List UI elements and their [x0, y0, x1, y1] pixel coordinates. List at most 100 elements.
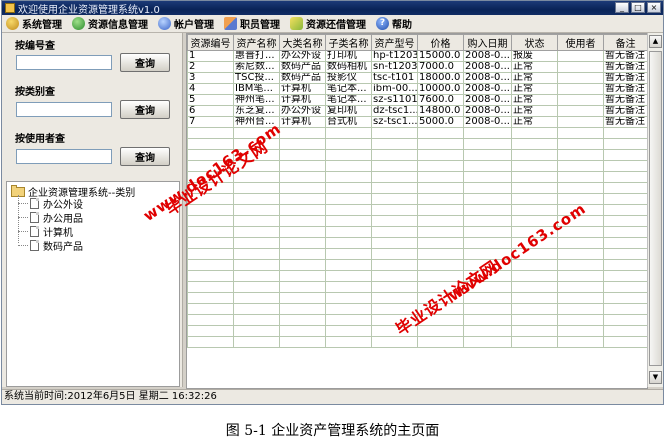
table-row[interactable]	[187, 248, 647, 260]
table-cell: 暂无备注	[603, 94, 647, 106]
column-header[interactable]: 资产名称	[233, 34, 280, 51]
table-cell: 报废	[511, 50, 558, 62]
table-cell	[557, 138, 604, 150]
table-cell: 正常	[511, 83, 558, 95]
tree-connector	[18, 217, 28, 218]
table-cell	[557, 281, 604, 293]
column-header[interactable]: 资产型号	[371, 34, 418, 51]
maximize-button[interactable]: □	[631, 2, 645, 13]
table-cell	[511, 160, 558, 172]
table-row[interactable]: 5 神州笔... 计算机 笔记本... sz-s1101 7600.0 2008-0... 正…	[187, 94, 647, 106]
table-cell	[187, 204, 234, 216]
table-cell: 暂无备注	[603, 72, 647, 84]
column-header[interactable]: 大类名称	[279, 34, 326, 51]
table-cell	[371, 138, 418, 150]
menu-employee[interactable]: 职员管理	[224, 16, 280, 31]
column-header[interactable]: 使用者	[557, 34, 604, 51]
app-window: 欢迎使用企业资源管理系统v1.0 _ □ × 系统管理 资源信息管理 帐户管理 …	[1, 0, 664, 405]
table-cell: 东芝复...	[233, 105, 280, 117]
column-header[interactable]: 备注	[603, 34, 647, 51]
table-cell: 2	[187, 61, 234, 73]
table-cell	[187, 281, 234, 293]
table-cell: tsc-t101	[371, 72, 418, 84]
table-row[interactable]: 6 东芝复... 办公外设 复印机 dz-tsc1... 14800.0 2008-0...…	[187, 105, 647, 117]
column-header[interactable]: 子类名称	[325, 34, 372, 51]
vertical-scrollbar[interactable]: ▲ ▼	[647, 33, 663, 387]
search-by-user-button[interactable]: 查询	[120, 147, 170, 166]
menu-system[interactable]: 系统管理	[6, 16, 62, 31]
search-by-type-button[interactable]: 查询	[120, 100, 170, 119]
table-cell: 办公外设	[279, 50, 326, 62]
table-cell	[557, 83, 604, 95]
table-cell	[511, 270, 558, 282]
scrollbar-thumb[interactable]	[649, 51, 662, 366]
table-cell	[279, 336, 326, 348]
tree-item-office-supplies[interactable]: 办公用品	[18, 210, 83, 225]
search-by-id-input[interactable]	[16, 55, 112, 70]
table-cell	[233, 336, 280, 348]
menu-resource-info[interactable]: 资源信息管理	[72, 16, 148, 31]
column-header[interactable]: 状态	[511, 34, 558, 51]
scroll-up-arrow-icon[interactable]: ▲	[649, 35, 662, 48]
column-header[interactable]: 资源编号	[187, 34, 234, 51]
table-cell	[325, 171, 372, 183]
table-cell	[463, 325, 512, 337]
column-header[interactable]: 购入日期	[463, 34, 512, 51]
table-row[interactable]	[187, 182, 647, 194]
table-cell	[187, 259, 234, 271]
menu-help[interactable]: ? 帮助	[376, 16, 412, 31]
table-cell: sn-t1203	[371, 61, 418, 73]
table-cell	[557, 94, 604, 106]
search-by-id-button[interactable]: 查询	[120, 53, 170, 72]
menu-bar: 系统管理 资源信息管理 帐户管理 职员管理 资源还借管理 ? 帮助	[2, 15, 663, 33]
title-bar[interactable]: 欢迎使用企业资源管理系统v1.0 _ □ ×	[2, 1, 663, 16]
table-row[interactable]	[187, 259, 647, 271]
resource-icon	[72, 17, 85, 30]
table-cell	[279, 149, 326, 161]
search-by-type-input[interactable]	[16, 102, 112, 117]
status-bar: 系统当前时间:2012年6月5日 星期二 16:32:26	[2, 389, 663, 404]
table-cell: 暂无备注	[603, 61, 647, 73]
column-header[interactable]: 价格	[417, 34, 464, 51]
system-icon	[6, 17, 19, 30]
table-row[interactable]: 3 TSC投... 数码产品 投影仪 tsc-t101 18000.0 2008-0... 正…	[187, 72, 647, 84]
menu-return-borrow[interactable]: 资源还借管理	[290, 16, 366, 31]
menu-label: 资源还借管理	[306, 20, 366, 31]
table-row[interactable]	[187, 270, 647, 282]
table-cell: 2008-0...	[463, 72, 512, 84]
table-row[interactable]	[187, 171, 647, 183]
table-cell	[187, 127, 234, 139]
table-cell	[463, 160, 512, 172]
tree-item-computers[interactable]: 计算机	[18, 224, 73, 239]
table-cell	[603, 171, 647, 183]
table-cell	[187, 215, 234, 227]
table-row[interactable]: 1 惠普打... 办公外设 打印机 hp-t1203 15000.0 2008-0... 报废…	[187, 50, 647, 62]
table-cell	[463, 237, 512, 249]
table-cell	[233, 325, 280, 337]
table-cell	[511, 127, 558, 139]
table-cell	[325, 215, 372, 227]
table-row[interactable]	[187, 237, 647, 249]
table-cell	[603, 325, 647, 337]
table-cell	[603, 204, 647, 216]
employee-icon	[224, 17, 237, 30]
table-cell	[279, 270, 326, 282]
tree-item-office-peripherals[interactable]: 办公外设	[18, 196, 83, 211]
menu-account[interactable]: 帐户管理	[158, 16, 214, 31]
table-cell	[417, 171, 464, 183]
table-row[interactable]: 7 神州台... 计算机 台式机 sz-tsc1... 5000.0 2008-0... 正常…	[187, 116, 647, 128]
close-button[interactable]: ×	[647, 2, 661, 13]
scroll-down-arrow-icon[interactable]: ▼	[649, 371, 662, 384]
table-cell	[417, 193, 464, 205]
table-row[interactable]	[187, 281, 647, 293]
table-row[interactable]	[187, 226, 647, 238]
table-cell	[511, 138, 558, 150]
table-cell	[463, 336, 512, 348]
minimize-button[interactable]: _	[615, 2, 629, 13]
search-by-user-input[interactable]	[16, 149, 112, 164]
tree-item-digital-products[interactable]: 数码产品	[18, 238, 83, 253]
table-row[interactable]: 2 索尼数... 数码产品 数码相机 sn-t1203 7000.0 2008-0... 正常…	[187, 61, 647, 73]
table-cell	[325, 314, 372, 326]
table-row[interactable]	[187, 336, 647, 348]
table-row[interactable]: 4 IBM笔... 计算机 笔记本... ibm-00... 10000.0 2008-0.…	[187, 83, 647, 95]
